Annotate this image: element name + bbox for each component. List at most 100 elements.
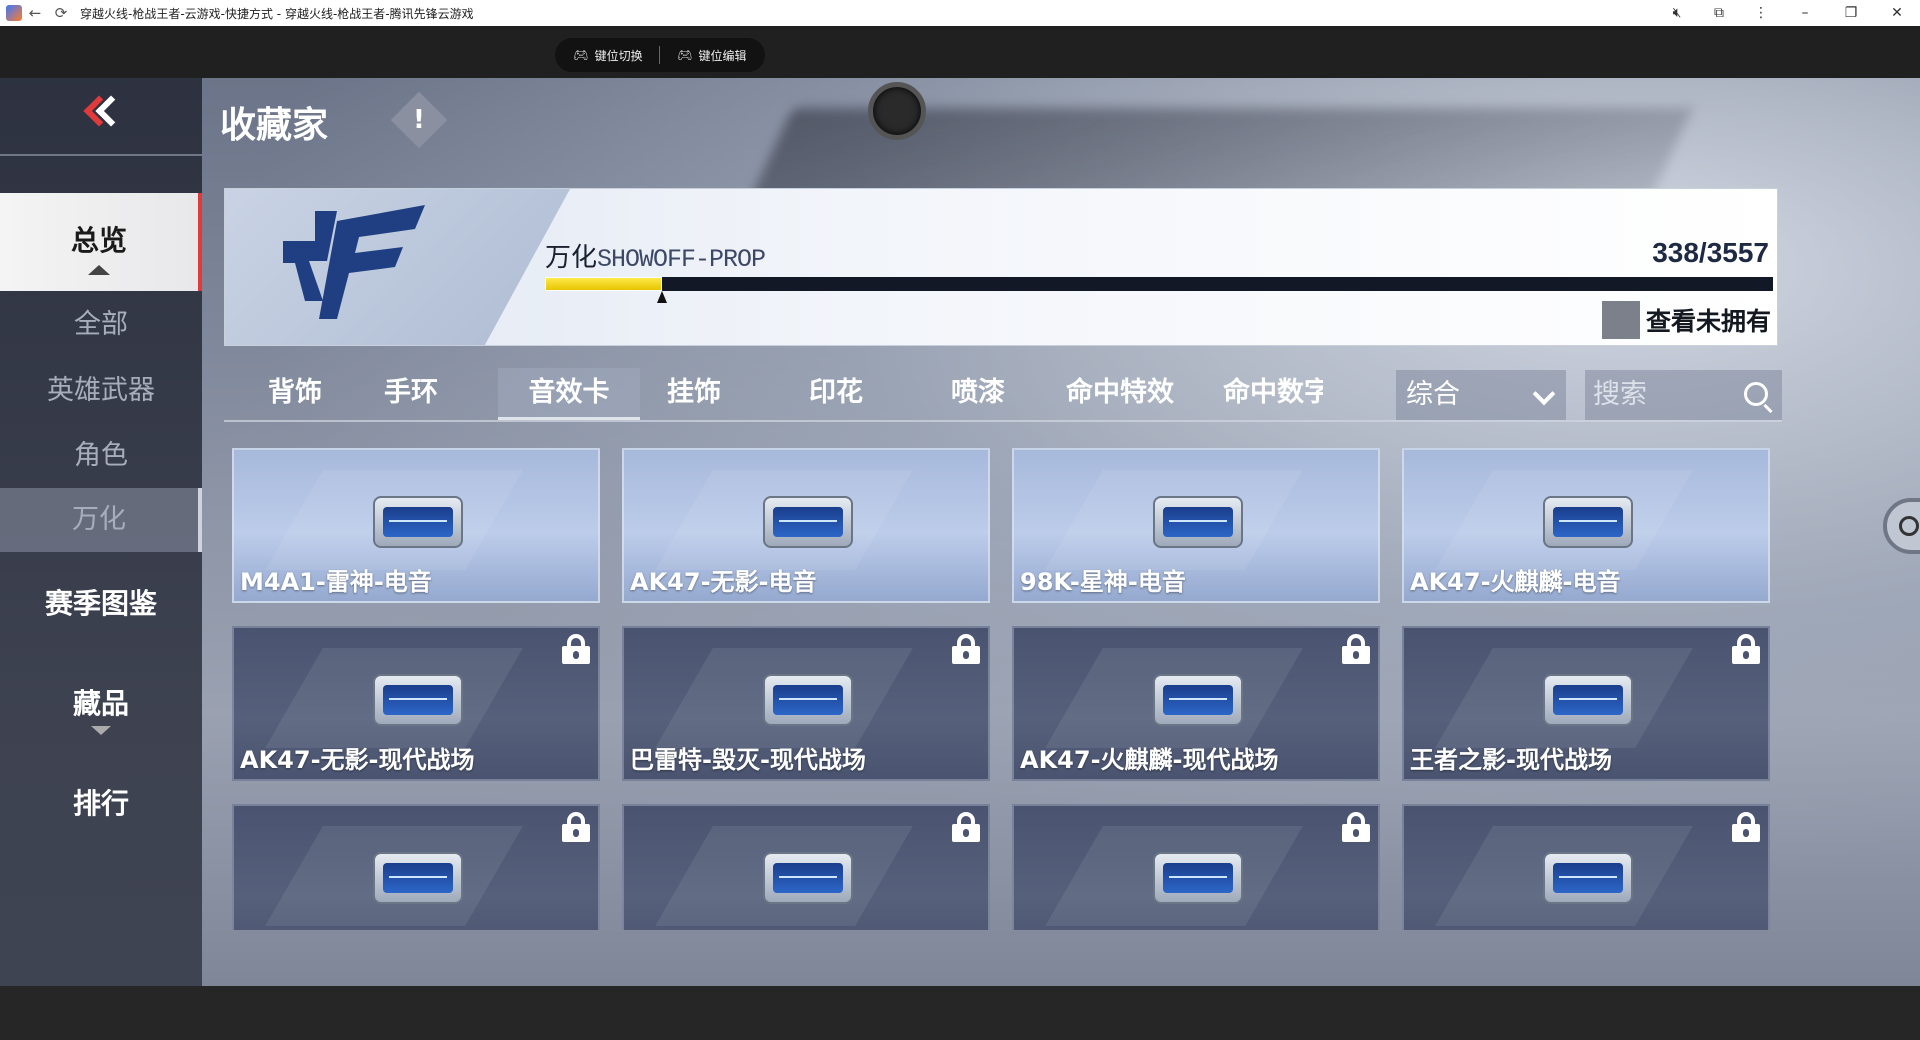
item-label: 98K-星神-电音 — [1020, 568, 1186, 596]
bottom-bar — [0, 986, 1920, 1040]
item-card[interactable]: M4A1-雷神-电音 — [232, 448, 600, 603]
cf-logo-icon — [283, 205, 425, 319]
sound-card-icon — [1543, 496, 1633, 548]
minimize-icon[interactable]: – — [1782, 0, 1828, 26]
banner-emblem-area — [225, 189, 570, 345]
caret-down-icon — [91, 726, 111, 735]
side-float-button[interactable] — [1883, 498, 1920, 554]
sound-card-icon — [1153, 496, 1243, 548]
cloud-toolbar: 🎮︎ 键位切换 🎮︎ 键位编辑 — [0, 26, 1920, 78]
item-label: M4A1-雷神-电音 — [240, 568, 432, 596]
sound-card-icon — [1543, 852, 1633, 904]
tab-hit-number[interactable]: 命中数字 — [1223, 368, 1323, 420]
item-label: AK47-火麒麟-电音 — [1410, 568, 1621, 596]
extension-icon[interactable]: ⧉ — [1698, 0, 1740, 26]
floating-joystick[interactable] — [868, 82, 926, 140]
progress-marker-icon — [656, 291, 667, 303]
sidebar: 总览 全部 英雄武器 角色 万化 赛季图鉴 藏品 排行 — [0, 78, 202, 986]
item-card[interactable]: 巴雷特-毁灭-现代战场 — [622, 626, 990, 781]
search-placeholder: 搜索 — [1593, 379, 1647, 410]
unowned-label: 查看未拥有 — [1645, 307, 1771, 336]
sidebar-item-label: 藏品 — [72, 687, 129, 720]
key-switch-button[interactable]: 🎮︎ 键位切换 — [573, 47, 642, 64]
info-symbol: ! — [413, 104, 425, 135]
collection-count: 338/3557 — [1652, 237, 1769, 268]
search-icon[interactable] — [1744, 382, 1768, 406]
category-tabbar: 背饰 手环 音效卡 挂饰 印花 喷漆 命中特效 命中数字 综合 搜索 — [224, 368, 1782, 422]
sound-card-icon — [373, 674, 463, 726]
collection-progress-banner: 万化SHOWOFF-PROP 338/3557 查看未拥有 — [224, 188, 1778, 346]
tab-pendant[interactable]: 挂饰 — [623, 368, 765, 420]
more-icon[interactable]: ⋮ — [1740, 0, 1782, 26]
tab-sound-card[interactable]: 音效卡 — [498, 368, 640, 420]
key-mapping-pill: 🎮︎ 键位切换 🎮︎ 键位编辑 — [555, 38, 765, 72]
lock-icon — [1342, 812, 1370, 842]
sidebar-item-all[interactable]: 全部 — [0, 302, 202, 341]
restore-icon[interactable]: ❐ — [1828, 0, 1874, 26]
sidebar-item-label: 总览 — [70, 224, 127, 257]
search-input[interactable]: 搜索 — [1585, 370, 1782, 420]
lock-icon — [562, 812, 590, 842]
key-switch-label: 键位切换 — [594, 48, 643, 63]
sidebar-item-overview[interactable]: 总览 — [0, 193, 202, 291]
progress-fill — [545, 277, 662, 291]
tab-hit-effect[interactable]: 命中特效 — [1049, 368, 1191, 420]
sound-card-icon — [1153, 852, 1243, 904]
item-grid: M4A1-雷神-电音 AK47-无影-电音 98K-星神-电音 AK47-火麒麟-电音… — [232, 448, 1772, 930]
app-icon — [6, 5, 22, 21]
item-card[interactable]: AK47-无影-电音 — [622, 448, 990, 603]
window-title: 穿越火线-枪战王者-云游戏-快捷方式 - 穿越火线-枪战王者-腾讯先锋云游戏 — [80, 6, 474, 21]
tab-bracelet[interactable]: 手环 — [340, 368, 482, 420]
item-card[interactable]: AK47-火麒麟-电音 — [1402, 448, 1770, 603]
item-card[interactable]: AK47-火麒麟-现代战场 — [1012, 626, 1380, 781]
sort-value: 综合 — [1406, 379, 1460, 410]
sort-dropdown[interactable]: 综合 — [1396, 370, 1566, 420]
unowned-checkbox[interactable] — [1601, 301, 1640, 339]
window-titlebar: ← ⟳ 穿越火线-枪战王者-云游戏-快捷方式 - 穿越火线-枪战王者-腾讯先锋云… — [0, 0, 1920, 26]
sidebar-item-ranking[interactable]: 排行 — [0, 782, 202, 822]
key-edit-button[interactable]: 🎮︎ 键位编辑 — [677, 47, 746, 64]
lock-icon — [1732, 634, 1760, 664]
item-card[interactable] — [622, 804, 990, 930]
close-icon[interactable]: ✕ — [1874, 0, 1920, 26]
game-view: 总览 全部 英雄武器 角色 万化 赛季图鉴 藏品 排行 收藏家 ! 万化SHOW… — [0, 78, 1920, 986]
item-label: AK47-火麒麟-现代战场 — [1020, 746, 1279, 774]
item-card[interactable] — [232, 804, 600, 930]
lock-icon — [1342, 634, 1370, 664]
sidebar-item-role[interactable]: 角色 — [0, 433, 202, 472]
lock-icon — [1732, 812, 1760, 842]
sidebar-item-collectibles[interactable]: 藏品 — [0, 682, 202, 735]
info-icon[interactable]: ! — [390, 91, 448, 149]
item-label: 王者之影-现代战场 — [1410, 746, 1612, 774]
sound-card-icon — [373, 852, 463, 904]
lock-icon — [952, 812, 980, 842]
sound-card-icon — [763, 674, 853, 726]
caret-up-icon — [88, 265, 110, 275]
item-label: AK47-无影-现代战场 — [240, 746, 475, 774]
refresh-icon[interactable]: ⟳ — [48, 0, 74, 26]
item-card[interactable] — [1402, 804, 1770, 930]
item-card[interactable]: AK47-无影-现代战场 — [232, 626, 600, 781]
back-button[interactable] — [0, 78, 202, 156]
tab-print[interactable]: 印花 — [765, 368, 907, 420]
item-label: 巴雷特-毁灭-现代战场 — [630, 746, 866, 774]
item-card[interactable]: 王者之影-现代战场 — [1402, 626, 1770, 781]
item-card[interactable] — [1012, 804, 1380, 930]
back-icon[interactable]: ← — [22, 0, 48, 26]
sound-card-icon — [373, 496, 463, 548]
sidebar-item-wanhua[interactable]: 万化 — [0, 488, 202, 552]
item-label: AK47-无影-电音 — [630, 568, 817, 596]
sidebar-item-season-atlas[interactable]: 赛季图鉴 — [0, 582, 202, 622]
collection-progress-bar — [545, 277, 1773, 303]
item-card[interactable]: 98K-星神-电音 — [1012, 448, 1380, 603]
tab-spray[interactable]: 喷漆 — [907, 368, 1049, 420]
sidebar-item-hero-weapons[interactable]: 英雄武器 — [0, 368, 202, 407]
sound-card-icon — [763, 496, 853, 548]
show-unowned-toggle[interactable]: 查看未拥有 — [1601, 301, 1771, 339]
lock-icon — [562, 634, 590, 664]
lock-icon — [952, 634, 980, 664]
page-title: 收藏家 — [220, 105, 329, 146]
sound-card-icon — [763, 852, 853, 904]
mute-icon[interactable]: 🔇︎ — [1656, 0, 1698, 26]
chevron-down-icon — [1532, 382, 1556, 406]
